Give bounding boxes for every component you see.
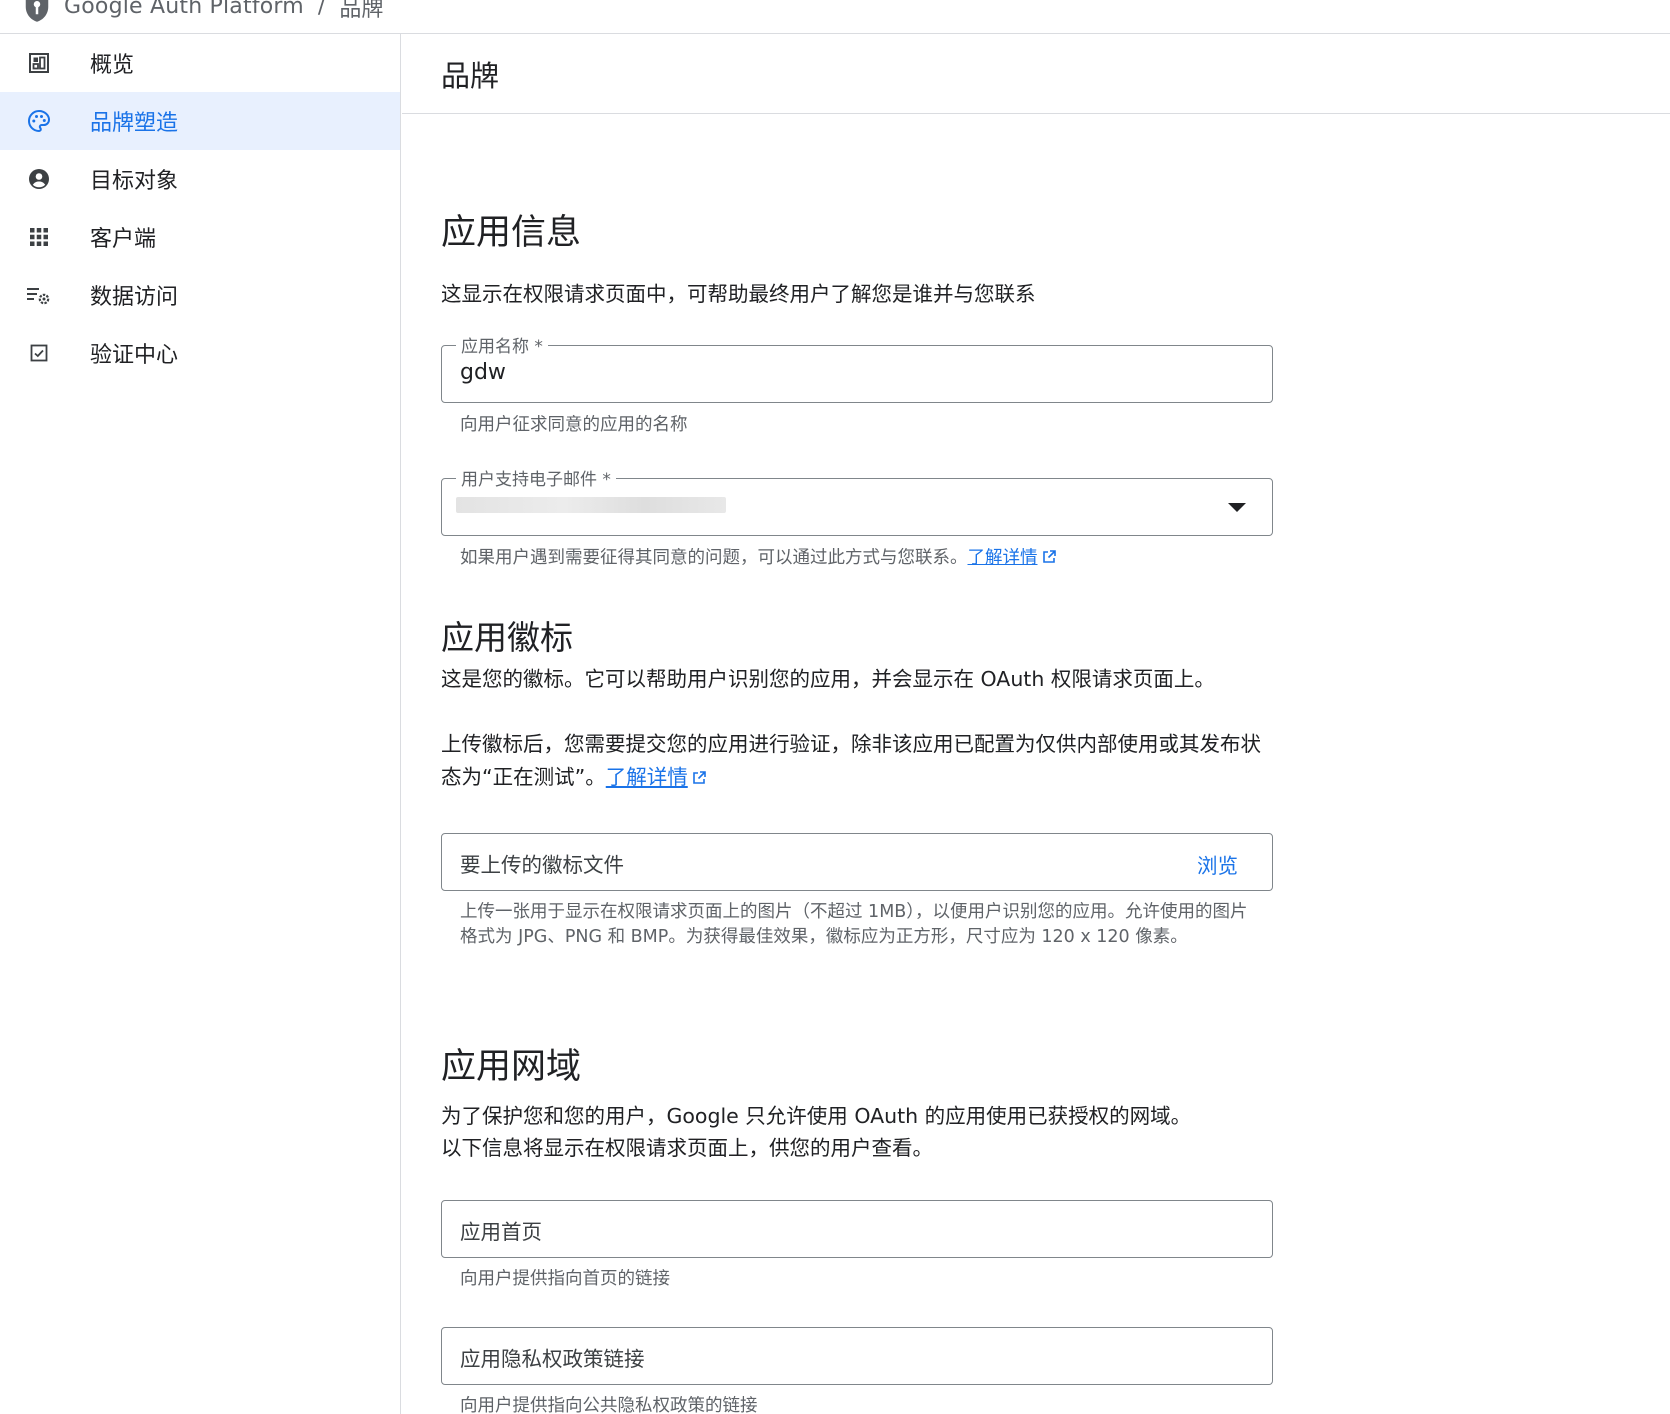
support-email-learn-more-link[interactable]: 了解详情 <box>968 548 1038 568</box>
support-email-hint-text: 如果用户遇到需要征得其同意的问题，可以通过此方式与您联系。 <box>460 548 968 568</box>
privacy-policy-input[interactable]: 应用隐私权政策链接 <box>441 1327 1273 1385</box>
app-name-hint: 向用户征求同意的应用的名称 <box>460 415 688 435</box>
apps-grid-icon <box>26 224 52 250</box>
external-link-icon[interactable] <box>691 770 707 786</box>
app-domain-description-2: 以下信息将显示在权限请求页面上，供您的用户查看。 <box>441 1136 933 1160</box>
support-email-label: 用户支持电子邮件 * <box>456 465 616 490</box>
app-homepage-input[interactable]: 应用首页 <box>441 1200 1273 1258</box>
breadcrumb-current: 品牌 <box>339 0 384 22</box>
app-domain-description-1: 为了保护您和您的用户，Google 只允许使用 OAuth 的应用使用已获授权的… <box>441 1104 1192 1128</box>
logo-upload-placeholder: 要上传的徽标文件 <box>460 853 624 877</box>
shield-key-icon[interactable] <box>22 0 52 23</box>
dropdown-arrow-icon[interactable] <box>1228 503 1246 512</box>
breadcrumb-product[interactable]: Google Auth Platform <box>64 0 304 19</box>
sidebar: 概览 品牌塑造 目标对象 客户端 数据访问 验证中心 <box>0 34 401 1414</box>
app-homepage-placeholder: 应用首页 <box>460 1220 542 1244</box>
page-title: 品牌 <box>441 58 500 93</box>
app-info-heading: 应用信息 <box>441 213 582 253</box>
external-link-icon[interactable] <box>1041 549 1057 565</box>
logo-upload-hint: 上传一张用于显示在权限请求页面上的图片（不超过 1MB），以便用户识别您的应用。… <box>460 902 1248 947</box>
logo-upload-field[interactable]: 要上传的徽标文件 浏览 <box>441 833 1273 891</box>
app-logo-learn-more-link[interactable]: 了解详情 <box>606 765 688 789</box>
app-logo-description-2: 上传徽标后，您需要提交您的应用进行验证，除非该应用已配置为仅供内部使用或其发布状… <box>441 728 1261 794</box>
app-logo-description-2-text: 上传徽标后，您需要提交您的应用进行验证，除非该应用已配置为仅供内部使用或其发布状… <box>441 732 1261 789</box>
redacted-email-value <box>456 497 726 513</box>
sidebar-item-label: 概览 <box>90 53 135 78</box>
sidebar-item-overview[interactable]: 概览 <box>0 34 400 92</box>
sidebar-item-label: 客户端 <box>90 227 157 252</box>
account-circle-icon <box>26 166 52 192</box>
breadcrumb-separator: / <box>317 0 326 19</box>
app-name-field[interactable]: 应用名称 * gdw <box>441 332 1273 403</box>
dashboard-icon <box>26 50 52 76</box>
sidebar-item-label: 目标对象 <box>90 169 179 194</box>
top-bar: Google Auth Platform / 品牌 <box>0 0 1670 34</box>
app-name-value[interactable]: gdw <box>460 360 506 385</box>
app-logo-heading: 应用徽标 <box>441 618 573 657</box>
main-content: 品牌 应用信息 这显示在权限请求页面中，可帮助最终用户了解您是谁并与您联系 应用… <box>402 34 1670 1414</box>
app-domain-heading: 应用网域 <box>441 1047 582 1087</box>
data-settings-icon <box>26 282 52 308</box>
app-homepage-hint: 向用户提供指向首页的链接 <box>460 1269 670 1289</box>
privacy-policy-hint: 向用户提供指向公共隐私权政策的链接 <box>460 1396 758 1414</box>
sidebar-item-clients[interactable]: 客户端 <box>0 208 400 266</box>
sidebar-item-data-access[interactable]: 数据访问 <box>0 266 400 324</box>
support-email-select[interactable]: 用户支持电子邮件 * <box>441 465 1273 536</box>
privacy-policy-placeholder: 应用隐私权政策链接 <box>460 1347 645 1371</box>
sidebar-item-label: 验证中心 <box>90 343 179 368</box>
sidebar-item-branding[interactable]: 品牌塑造 <box>0 92 400 150</box>
checkbox-icon <box>26 340 52 366</box>
sidebar-item-verification[interactable]: 验证中心 <box>0 324 400 382</box>
browse-button[interactable]: 浏览 <box>1197 849 1238 879</box>
app-name-label: 应用名称 * <box>456 332 548 357</box>
app-logo-description-1: 这是您的徽标。它可以帮助用户识别您的应用，并会显示在 OAuth 权限请求页面上… <box>441 667 1215 691</box>
sidebar-item-label: 数据访问 <box>90 285 179 310</box>
app-info-description: 这显示在权限请求页面中，可帮助最终用户了解您是谁并与您联系 <box>441 282 1036 306</box>
support-email-hint: 如果用户遇到需要征得其同意的问题，可以通过此方式与您联系。了解详情 <box>460 545 1250 571</box>
sidebar-item-label: 品牌塑造 <box>90 111 179 136</box>
palette-icon <box>26 108 52 134</box>
page-header: 品牌 <box>402 34 1670 114</box>
sidebar-item-audience[interactable]: 目标对象 <box>0 150 400 208</box>
